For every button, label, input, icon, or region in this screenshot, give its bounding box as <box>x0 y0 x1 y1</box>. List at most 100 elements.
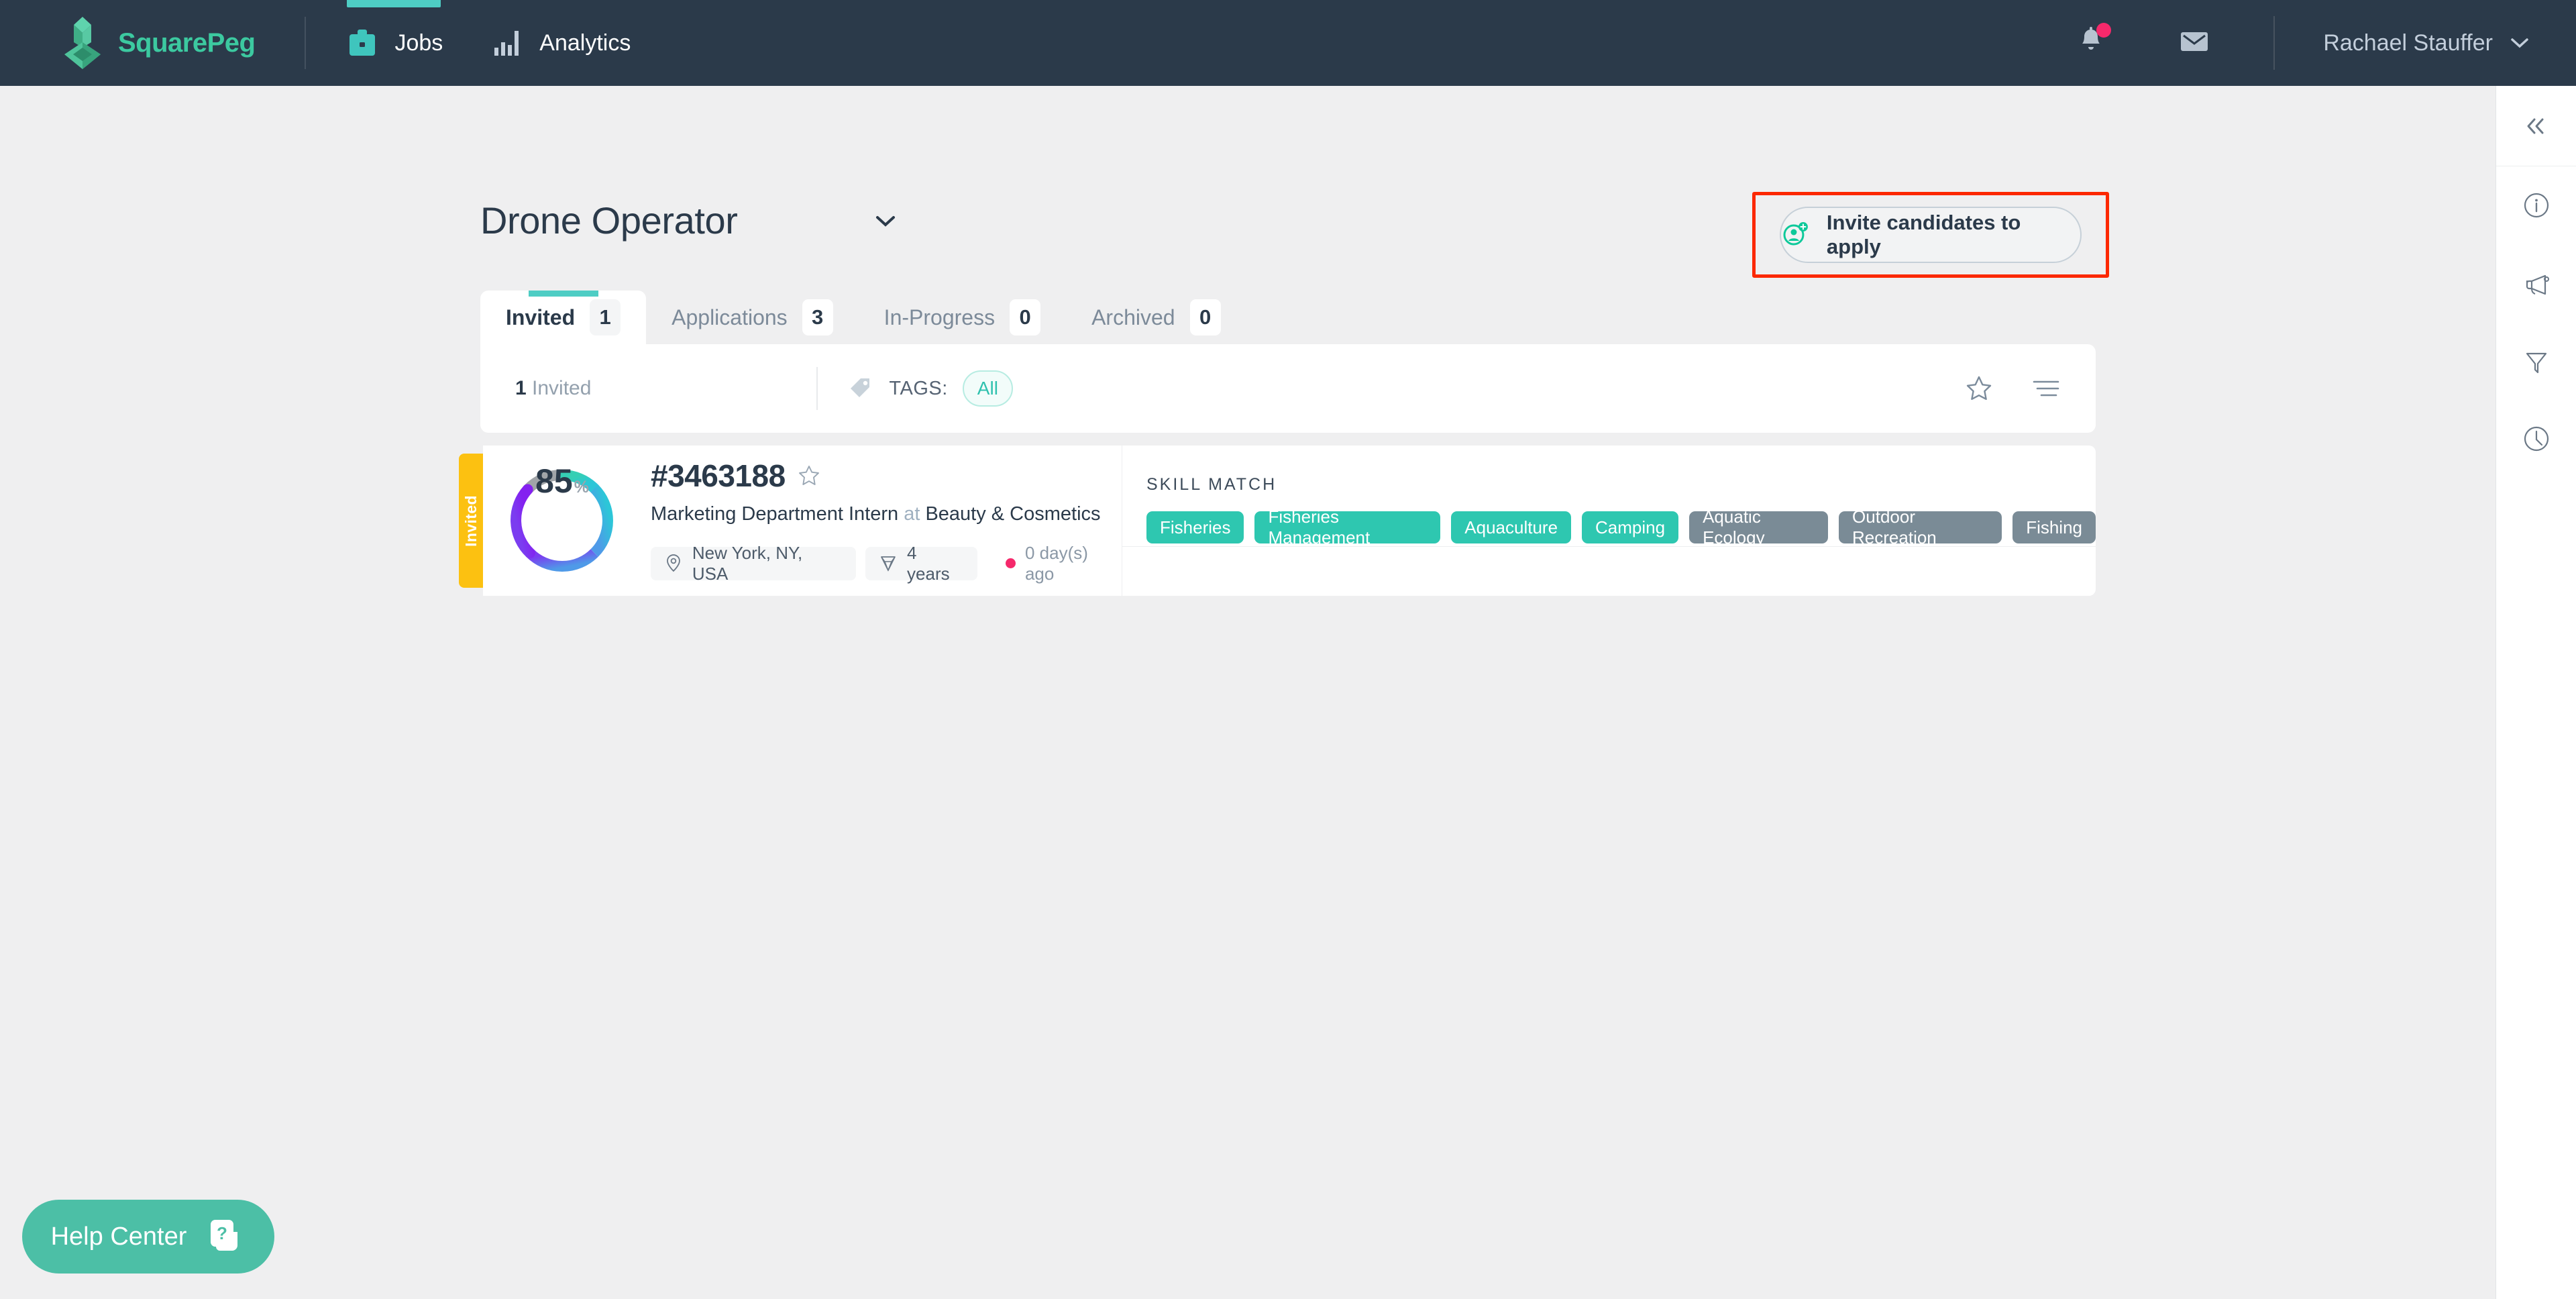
help-center-label: Help Center <box>50 1222 187 1251</box>
result-count-label: Invited <box>532 377 592 399</box>
skill-tag[interactable]: Aquatic Ecology <box>1689 507 1829 548</box>
match-score-value: 85 <box>535 462 573 500</box>
match-score-text: 85 % <box>503 462 621 580</box>
tags-label: TAGS: <box>889 377 948 399</box>
tab-in-progress[interactable]: In-Progress 0 <box>859 291 1066 344</box>
nav-label-analytics: Analytics <box>539 30 631 56</box>
sidebar-item-filter[interactable] <box>2496 322 2576 400</box>
nav-item-jobs[interactable]: Jobs <box>345 0 443 86</box>
candidate-experience-chip: 4 years <box>865 543 978 584</box>
tab-invited[interactable]: Invited 1 <box>480 291 647 344</box>
page-title: Drone Operator <box>480 199 738 242</box>
skill-tag[interactable]: Camping <box>1582 511 1679 543</box>
candidate-status-label: Invited <box>462 495 480 547</box>
candidate-info: #3463188 Marketing Department Intern at … <box>651 458 1122 584</box>
messages-button[interactable] <box>2180 30 2209 57</box>
topnav-right-group: Rachael Stauffer <box>2076 0 2576 86</box>
invite-highlight-box: Invite candidates to apply <box>1752 192 2109 278</box>
main-content: Drone Operator Invite candidates to appl… <box>0 86 2496 1299</box>
star-outline-icon[interactable] <box>1964 374 1994 403</box>
candidate-role-at: at <box>904 503 920 525</box>
svg-text:?: ? <box>217 1223 227 1243</box>
candidate-company: Beauty & Cosmetics <box>925 503 1101 525</box>
envelope-icon <box>2181 32 2208 51</box>
skill-match-heading: SKILL MATCH <box>1146 475 1277 494</box>
brand-name: SquarePeg <box>118 28 256 58</box>
result-count-number: 1 <box>515 377 527 399</box>
help-center-button[interactable]: Help Center ? <box>22 1200 274 1274</box>
user-add-icon <box>1783 222 1808 246</box>
page-body: Drone Operator Invite candidates to appl… <box>0 86 2576 1299</box>
candidate-id: #3463188 <box>651 458 786 493</box>
info-circle-icon <box>2524 193 2548 218</box>
candidate-recency: 0 day(s) ago <box>1006 543 1122 584</box>
filter-bar-actions <box>1964 374 2061 403</box>
invite-button-label: Invite candidates to apply <box>1826 211 2021 258</box>
sidebar-item-info[interactable] <box>2496 166 2576 244</box>
nav-label-jobs: Jobs <box>394 30 443 56</box>
sidebar-item-history[interactable] <box>2496 400 2576 478</box>
result-count: 1 Invited <box>515 377 591 400</box>
user-menu[interactable]: Rachael Stauffer <box>2323 30 2529 56</box>
nav-divider <box>305 17 307 69</box>
tab-label: Invited <box>506 305 576 329</box>
tab-count: 0 <box>1189 299 1221 335</box>
double-chevron-left-icon <box>2527 118 2543 134</box>
candidate-role-title: Marketing Department Intern <box>651 503 899 525</box>
star-outline-icon[interactable] <box>798 464 820 487</box>
candidate-location-chip: New York, NY, USA <box>651 543 857 584</box>
filter-funnel-icon <box>2526 352 2546 374</box>
match-score-donut: 85 % <box>503 462 621 580</box>
top-navigation-bar: SquarePeg Jobs Analytics Rachael Stauffe… <box>0 0 2576 86</box>
help-cards-icon: ? <box>211 1220 238 1251</box>
notifications-button[interactable] <box>2076 22 2112 61</box>
tab-count: 1 <box>590 299 621 335</box>
skill-tag[interactable]: Fishing <box>2012 511 2096 543</box>
nav-item-analytics[interactable]: Analytics <box>490 0 631 86</box>
candidate-experience: 4 years <box>907 542 950 584</box>
candidate-status-stripe: Invited <box>459 454 483 588</box>
bar-chart-icon <box>494 31 519 56</box>
match-score-unit: % <box>574 478 589 497</box>
candidate-summary: 85 % #3463188 Marketing Department Inter… <box>483 446 1122 596</box>
skill-tag[interactable]: Fisheries <box>1146 511 1244 543</box>
candidate-card-body: 85 % #3463188 Marketing Department Inter… <box>483 446 2096 596</box>
tag-filter-value[interactable]: All <box>962 370 1013 407</box>
skill-tag[interactable]: Outdoor Recreation <box>1839 507 2002 548</box>
candidate-role: Marketing Department Intern at Beauty & … <box>651 503 1122 525</box>
filter-bar-divider <box>816 367 818 410</box>
tags-filter[interactable]: TAGS: All <box>847 370 1013 407</box>
skills-panel-divider <box>1122 546 2096 547</box>
tab-archived[interactable]: Archived 0 <box>1066 291 1246 344</box>
candidate-id-row: #3463188 <box>651 458 1122 494</box>
candidate-meta: New York, NY, USA 4 years 0 day(s) ago <box>651 543 1122 584</box>
clock-icon <box>2524 426 2548 452</box>
briefcase-icon <box>350 30 376 56</box>
sidebar-item-announcements[interactable] <box>2496 244 2576 322</box>
recency-dot-icon <box>1006 558 1016 568</box>
primary-nav: Jobs Analytics <box>345 0 631 86</box>
tab-applications[interactable]: Applications 3 <box>646 291 859 344</box>
candidate-skills-panel: SKILL MATCH Fisheries Fisheries Manageme… <box>1122 446 2096 596</box>
tab-count: 0 <box>1010 299 1041 335</box>
topnav-divider <box>2273 16 2275 70</box>
squarepeg-logo-icon <box>64 17 101 69</box>
skill-tag-list: Fisheries Fisheries Management Aquacultu… <box>1146 507 2096 548</box>
candidate-recency-label: 0 day(s) ago <box>1024 542 1088 584</box>
skill-tag[interactable]: Fisheries Management <box>1254 507 1441 548</box>
job-selector[interactable]: Drone Operator <box>480 199 896 242</box>
skill-tag[interactable]: Aquaculture <box>1451 511 1572 543</box>
chevron-down-icon <box>2511 38 2528 48</box>
invite-candidates-button[interactable]: Invite candidates to apply <box>1780 207 2082 263</box>
candidate-location: New York, NY, USA <box>692 542 803 584</box>
tag-icon <box>851 378 870 397</box>
sort-lines-icon[interactable] <box>2031 377 2061 400</box>
filter-bar: 1 Invited TAGS: All <box>480 344 2096 433</box>
sidebar-collapse-button[interactable] <box>2496 86 2576 166</box>
brand-logo-group[interactable]: SquarePeg <box>62 15 256 70</box>
tab-label: In-Progress <box>883 305 996 329</box>
megaphone-icon <box>2526 274 2549 295</box>
candidate-tabs: Invited 1 Applications 3 In-Progress 0 A… <box>480 291 1246 344</box>
notification-badge-dot <box>2096 22 2112 38</box>
candidate-card[interactable]: Invited 85 % #3463188 Marketing Departme… <box>459 446 2096 596</box>
